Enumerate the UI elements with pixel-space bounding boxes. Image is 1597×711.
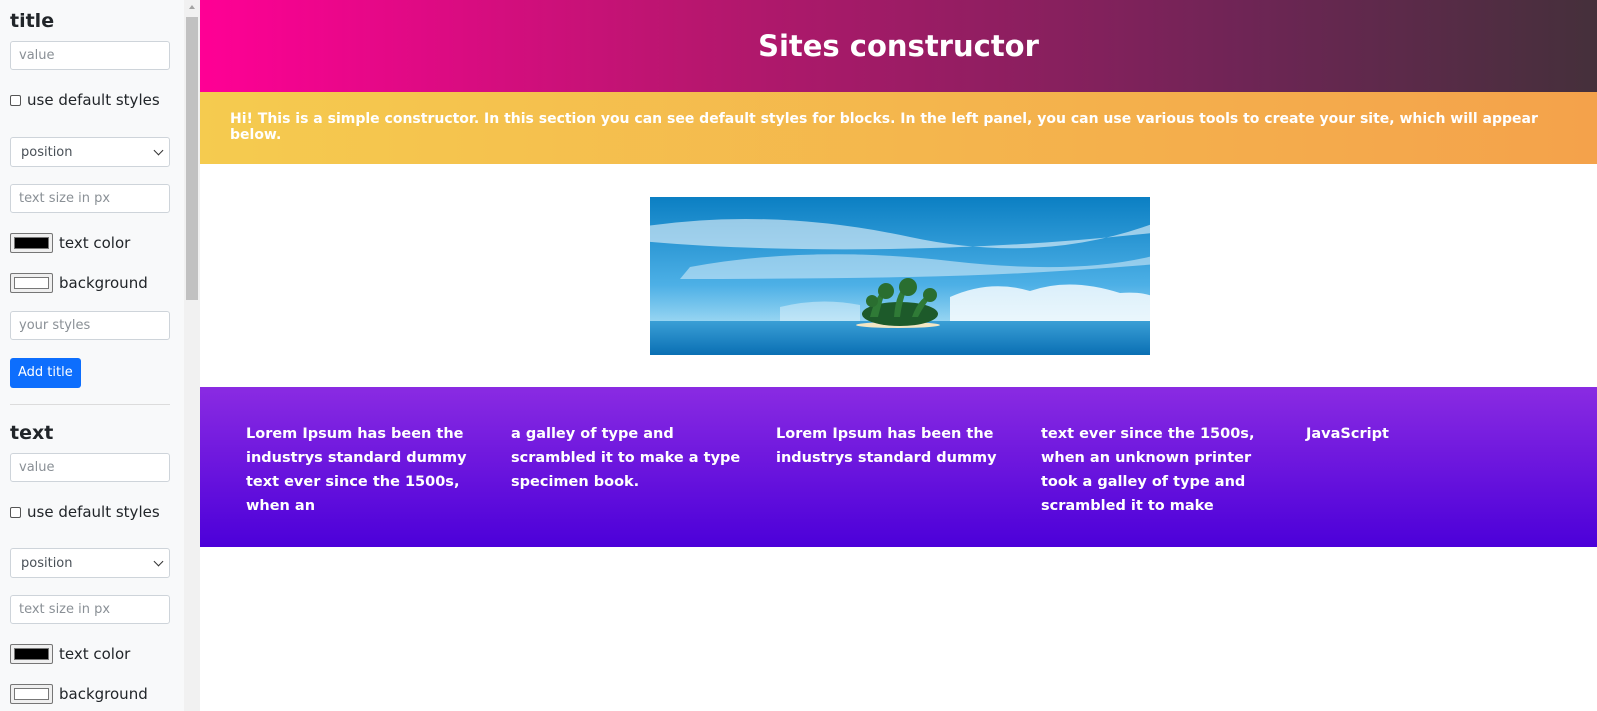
checkbox-icon[interactable] — [10, 94, 21, 106]
text-value-input[interactable] — [10, 453, 170, 482]
title-default-styles-checkbox[interactable]: use default styles — [10, 91, 160, 109]
text-position-value: position — [21, 555, 73, 571]
text-background-picker[interactable] — [10, 684, 53, 704]
page-title: Sites constructor — [758, 29, 1039, 63]
tools-sidebar: title use default styles position text c… — [0, 0, 184, 711]
title-text-color-label: text color — [59, 234, 131, 252]
checkbox-icon[interactable] — [10, 506, 21, 518]
title-styles-input[interactable] — [10, 311, 170, 340]
white-swatch-icon — [14, 688, 49, 700]
chevron-down-icon — [153, 145, 164, 156]
site-header: Sites constructor — [200, 0, 1597, 92]
text-default-styles-label: use default styles — [27, 503, 160, 521]
text-background-label: background — [59, 685, 148, 703]
text-background-row: background — [10, 684, 148, 704]
text-text-color-picker[interactable] — [10, 644, 53, 664]
add-title-button[interactable]: Add title — [10, 358, 81, 388]
text-text-color-label: text color — [59, 645, 131, 663]
column-4: text ever since the 1500s, when an unkno… — [1041, 426, 1255, 514]
title-background-picker[interactable] — [10, 273, 53, 293]
title-text-size-input[interactable] — [10, 184, 170, 213]
app-window: title use default styles position text c… — [0, 0, 1597, 711]
text-default-styles-checkbox[interactable]: use default styles — [10, 503, 160, 521]
chevron-down-icon — [153, 556, 164, 567]
text-text-color-row: text color — [10, 644, 130, 664]
title-position-select[interactable]: position — [10, 137, 170, 167]
title-value-input[interactable] — [10, 41, 170, 70]
text-text-size-input[interactable] — [10, 595, 170, 624]
column-2: a galley of type and scrambled it to mak… — [511, 426, 741, 490]
black-swatch-icon — [14, 237, 49, 249]
intro-banner: Hi! This is a simple constructor. In thi… — [200, 92, 1597, 164]
scrollbar-thumb[interactable] — [186, 17, 198, 300]
title-section-heading: title — [10, 10, 55, 32]
column-1: Lorem Ipsum has been the industrys stand… — [246, 426, 467, 514]
content-columns-block: Lorem Ipsum has been the industrys stand… — [200, 387, 1597, 547]
site-preview: Sites constructor Hi! This is a simple c… — [200, 0, 1597, 711]
title-background-row: background — [10, 273, 148, 293]
intro-text: Hi! This is a simple constructor. In thi… — [230, 111, 1538, 143]
scroll-up-arrow-icon[interactable] — [189, 5, 195, 9]
tropical-island-image — [650, 197, 1150, 355]
section-divider — [10, 404, 170, 405]
title-text-color-row: text color — [10, 233, 130, 253]
text-section-heading: text — [10, 422, 54, 444]
column-3: Lorem Ipsum has been the industrys stand… — [776, 426, 997, 466]
title-background-label: background — [59, 274, 148, 292]
text-position-select[interactable]: position — [10, 548, 170, 578]
white-swatch-icon — [14, 277, 49, 289]
title-position-value: position — [21, 144, 73, 160]
black-swatch-icon — [14, 648, 49, 660]
sidebar-scrollbar[interactable] — [184, 0, 200, 711]
title-text-color-picker[interactable] — [10, 233, 53, 253]
column-5: JavaScript — [1306, 426, 1389, 442]
title-default-styles-label: use default styles — [27, 91, 160, 109]
